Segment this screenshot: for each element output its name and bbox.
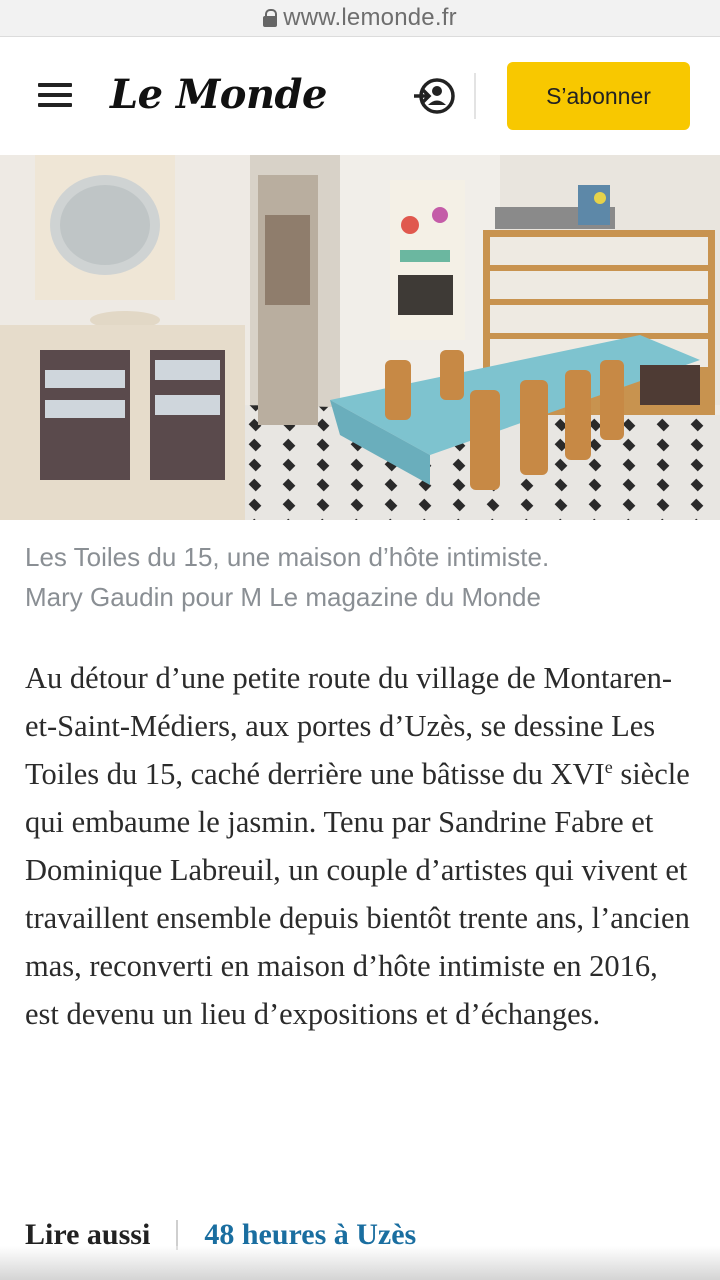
- account-icon[interactable]: [412, 77, 456, 115]
- article-body: Au détour d’une petite route du village …: [25, 654, 695, 1038]
- header-divider: [474, 73, 476, 119]
- article-paragraph: Au détour d’une petite route du village …: [25, 654, 695, 1038]
- site-logo[interactable]: Le Monde: [110, 71, 327, 118]
- century-superscript: e: [604, 757, 613, 777]
- subscribe-button[interactable]: S’abonner: [507, 62, 690, 130]
- browser-url-bar[interactable]: www.lemonde.fr: [0, 0, 720, 37]
- menu-icon[interactable]: [38, 83, 72, 107]
- paragraph-text-part2: siècle qui embaume le jasmin. Tenu par S…: [25, 757, 690, 1031]
- browser-url-text[interactable]: www.lemonde.fr: [283, 4, 457, 32]
- image-caption: Les Toiles du 15, une maison d’hôte inti…: [25, 537, 695, 617]
- paragraph-text-part1: Au détour d’une petite route du village …: [25, 661, 673, 791]
- site-header: Le Monde S’abonner: [0, 37, 720, 156]
- bottom-overlay: [0, 1246, 720, 1280]
- article-hero-image: [0, 155, 720, 520]
- caption-title: Les Toiles du 15, une maison d’hôte inti…: [25, 542, 550, 572]
- caption-credit: Mary Gaudin pour M Le magazine du Monde: [25, 582, 541, 612]
- lock-icon: [263, 9, 278, 27]
- dining-room-photo: [0, 155, 720, 520]
